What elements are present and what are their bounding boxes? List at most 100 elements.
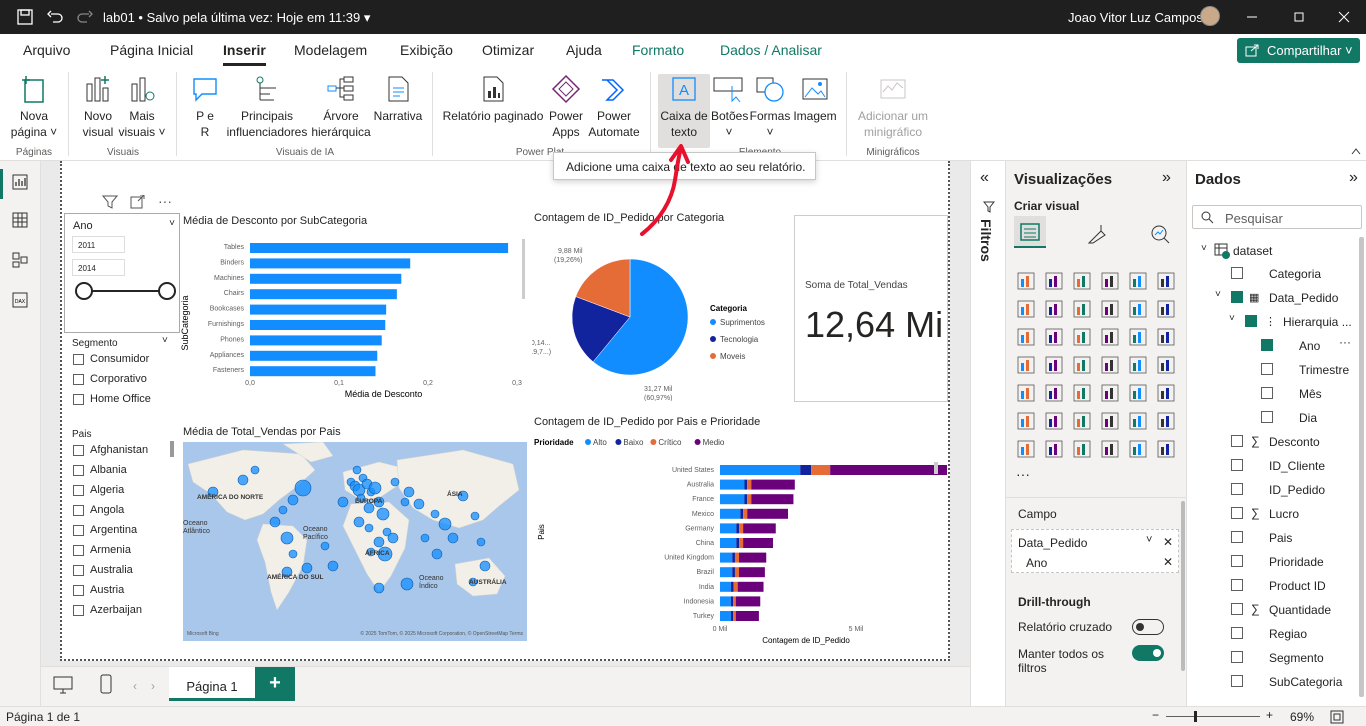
country-checkbox[interactable] bbox=[73, 445, 84, 456]
expand-icon[interactable]: » bbox=[1349, 169, 1358, 187]
matrix-icon[interactable] bbox=[1128, 383, 1148, 403]
table-icon[interactable] bbox=[1100, 383, 1120, 403]
field-label[interactable]: Prioridade bbox=[1269, 555, 1324, 569]
focus-mode-icon[interactable] bbox=[130, 195, 146, 209]
tab-exibicao[interactable]: Exibição bbox=[400, 42, 453, 58]
power-automate-icon[interactable] bbox=[1156, 439, 1176, 459]
novo-visual-button[interactable]: Novo visual bbox=[78, 74, 118, 140]
key-influencers-icon[interactable] bbox=[1044, 411, 1064, 431]
map-icon[interactable] bbox=[1044, 355, 1064, 375]
card-new-icon[interactable] bbox=[1072, 439, 1092, 459]
field-checkbox[interactable] bbox=[1231, 459, 1243, 471]
ano-from-input[interactable]: 2011 bbox=[72, 236, 125, 253]
more-options-icon[interactable]: ··· bbox=[158, 193, 172, 209]
expand-icon[interactable]: » bbox=[1162, 169, 1171, 187]
file-title[interactable]: lab01 • Salvo pela última vez: Hoje em 1… bbox=[103, 10, 370, 26]
line-chart-icon[interactable] bbox=[1016, 299, 1036, 319]
clustered-column-icon[interactable] bbox=[1100, 271, 1120, 291]
azure-map-icon[interactable] bbox=[1100, 355, 1120, 375]
area-chart-icon[interactable] bbox=[1044, 299, 1064, 319]
field-label[interactable]: SubCategoria bbox=[1269, 675, 1342, 689]
decomposition-tree-icon[interactable] bbox=[1072, 411, 1092, 431]
treemap-icon[interactable] bbox=[1016, 355, 1036, 375]
desktop-layout-icon[interactable] bbox=[53, 676, 73, 694]
country-checkbox[interactable] bbox=[73, 525, 84, 536]
field-checkbox[interactable] bbox=[1261, 363, 1273, 375]
field-label[interactable]: Segmento bbox=[1269, 651, 1324, 665]
filled-map-icon[interactable] bbox=[1072, 355, 1092, 375]
field-checkbox[interactable] bbox=[1261, 339, 1273, 351]
zoom-slider[interactable] bbox=[1166, 716, 1260, 717]
field-checkbox[interactable] bbox=[1261, 387, 1273, 399]
tab-arquivo[interactable]: Arquivo bbox=[23, 42, 70, 58]
tab-otimizar[interactable]: Otimizar bbox=[482, 42, 534, 58]
arvore-hierarquica-button[interactable]: Árvore hierárquica bbox=[310, 74, 372, 140]
tab-formato[interactable]: Formato bbox=[632, 42, 684, 58]
model-view-icon[interactable] bbox=[11, 251, 29, 269]
segment-checkbox[interactable] bbox=[73, 354, 84, 365]
principais-influenciadores-button[interactable]: Principais influenciadores bbox=[226, 74, 308, 140]
kpi-icon[interactable] bbox=[1044, 383, 1064, 403]
field-label[interactable]: Mês bbox=[1299, 387, 1322, 401]
card-icon[interactable] bbox=[1156, 355, 1176, 375]
tab-modelagem[interactable]: Modelagem bbox=[294, 42, 367, 58]
mobile-layout-icon[interactable] bbox=[99, 674, 113, 694]
chevron-down-icon[interactable]: ˅ bbox=[1201, 243, 1207, 254]
zoom-out-icon[interactable]: − bbox=[1152, 708, 1159, 722]
field-checkbox[interactable] bbox=[1231, 675, 1243, 687]
collapse-icon[interactable]: « bbox=[980, 169, 989, 187]
filters-pane[interactable]: « Filtros bbox=[970, 161, 1005, 706]
field-label[interactable]: Hierarquia ... bbox=[1283, 315, 1352, 329]
collapse-ribbon-icon[interactable] bbox=[1350, 146, 1362, 156]
chevron-down-icon[interactable]: ˅ bbox=[1146, 534, 1152, 546]
field-checkbox[interactable] bbox=[1231, 579, 1243, 591]
clustered-bar-icon[interactable] bbox=[1072, 271, 1092, 291]
power-apps-icon[interactable] bbox=[1044, 439, 1064, 459]
100-area-icon[interactable] bbox=[1100, 299, 1120, 319]
zoom-thumb[interactable] bbox=[1194, 711, 1197, 722]
minimize-icon[interactable] bbox=[1243, 8, 1261, 26]
report-view-icon[interactable] bbox=[11, 173, 29, 191]
field-label[interactable]: Categoria bbox=[1269, 267, 1321, 281]
slicer-icon[interactable] bbox=[1072, 383, 1092, 403]
funnel-icon[interactable] bbox=[1072, 327, 1092, 347]
nova-pagina-button[interactable]: Nova página ˅ bbox=[10, 74, 58, 140]
dax-query-icon[interactable]: DAX bbox=[11, 291, 29, 309]
more-visuals-icon[interactable]: ··· bbox=[1016, 466, 1030, 482]
fit-page-icon[interactable] bbox=[1330, 710, 1344, 724]
field-label[interactable]: Trimestre bbox=[1299, 363, 1349, 377]
100-column-icon[interactable] bbox=[1156, 271, 1176, 291]
tab-pagina-inicial[interactable]: Página Inicial bbox=[110, 42, 193, 58]
field-checkbox[interactable] bbox=[1231, 651, 1243, 663]
segment-checkbox[interactable] bbox=[73, 374, 84, 385]
keep-filters-toggle[interactable] bbox=[1132, 645, 1164, 661]
range-handle-start[interactable] bbox=[75, 282, 93, 300]
format-visual-icon[interactable] bbox=[1086, 223, 1108, 245]
field-checkbox[interactable] bbox=[1231, 267, 1243, 279]
field-label[interactable]: Lucro bbox=[1269, 507, 1299, 521]
field-label[interactable]: Pais bbox=[1269, 531, 1292, 545]
filter-icon[interactable] bbox=[102, 195, 118, 209]
remove-field-icon[interactable]: ✕ bbox=[1163, 535, 1173, 549]
r-visual-icon[interactable] bbox=[1156, 383, 1176, 403]
more-options-icon[interactable]: ··· bbox=[1339, 335, 1351, 349]
gauge-icon[interactable] bbox=[1128, 355, 1148, 375]
paginated-icon[interactable] bbox=[1016, 439, 1036, 459]
redo-icon[interactable] bbox=[76, 8, 94, 26]
line-column-icon[interactable] bbox=[1128, 299, 1148, 319]
country-checkbox[interactable] bbox=[73, 585, 84, 596]
line-clustered-icon[interactable] bbox=[1156, 299, 1176, 319]
ribbon-chart-icon[interactable] bbox=[1016, 327, 1036, 347]
field-checkbox[interactable] bbox=[1231, 531, 1243, 543]
viz-scrollbar[interactable] bbox=[1181, 501, 1185, 671]
narrativa-button[interactable]: Narrativa bbox=[372, 74, 424, 124]
field-well[interactable]: Data_Pedido ˅ ✕ Ano ✕ bbox=[1011, 529, 1179, 573]
close-icon[interactable] bbox=[1335, 8, 1353, 26]
field-label[interactable]: ID_Cliente bbox=[1269, 459, 1325, 473]
prev-page-icon[interactable]: ‹ bbox=[133, 679, 137, 693]
field-checkbox[interactable] bbox=[1261, 411, 1273, 423]
field-checkbox[interactable] bbox=[1245, 315, 1257, 327]
stacked-bar-icon[interactable] bbox=[1016, 271, 1036, 291]
remove-subfield-icon[interactable]: ✕ bbox=[1163, 555, 1173, 569]
range-handle-end[interactable] bbox=[158, 282, 176, 300]
